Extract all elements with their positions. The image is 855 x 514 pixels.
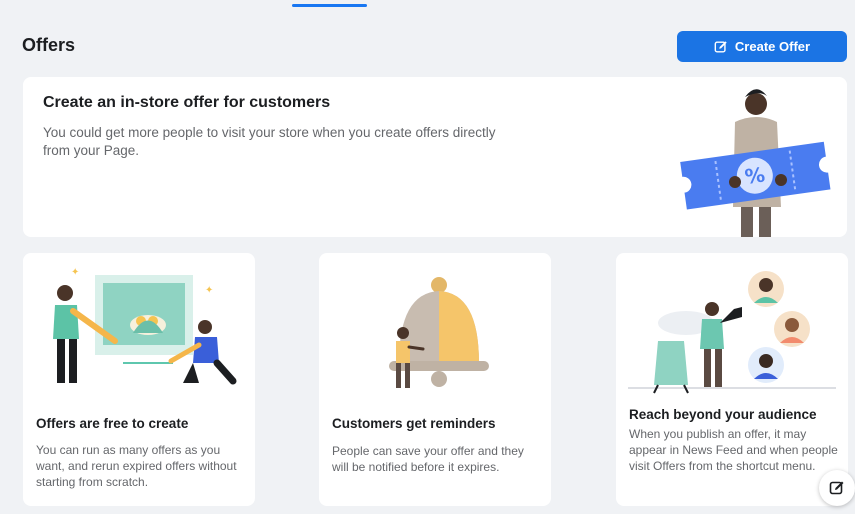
svg-text:%: % <box>743 162 766 189</box>
compose-button[interactable] <box>819 470 855 506</box>
card-description: People can save your offer and they will… <box>332 444 524 474</box>
card-title: Customers get reminders <box>332 416 496 431</box>
feature-card-reminders: Customers get reminders People can save … <box>319 253 551 506</box>
people-painting-illustration: ✦ ✦ <box>53 267 237 385</box>
svg-text:✦: ✦ <box>71 267 79 278</box>
create-offer-label: Create Offer <box>734 39 811 54</box>
page-title: Offers <box>22 35 76 55</box>
megaphone-audience-illustration <box>628 271 836 394</box>
card-description: When you publish an offer, it may appear… <box>629 427 838 473</box>
card-title: Offers are free to create <box>36 416 189 431</box>
person-holding-coupon-illustration: % <box>680 89 831 237</box>
edit-icon <box>714 40 727 53</box>
active-tab-indicator <box>292 4 367 7</box>
feature-card-free: ✦ ✦ Offers are free to create You can ru… <box>23 253 255 506</box>
compose-icon <box>829 481 844 495</box>
hero-description: You could get more people to visit your … <box>43 125 496 158</box>
feature-card-reach: Reach beyond your audience When you publ… <box>616 253 848 506</box>
hero-title: Create an in-store offer for customers <box>43 94 331 111</box>
hero-banner: Create an in-store offer for customers Y… <box>23 77 847 237</box>
bell-reminder-illustration <box>389 277 489 388</box>
create-offer-button[interactable]: Create Offer <box>677 31 847 62</box>
svg-text:✦: ✦ <box>205 285 213 296</box>
card-description: You can run as many offers as you want, … <box>36 443 237 489</box>
card-title: Reach beyond your audience <box>629 407 817 422</box>
